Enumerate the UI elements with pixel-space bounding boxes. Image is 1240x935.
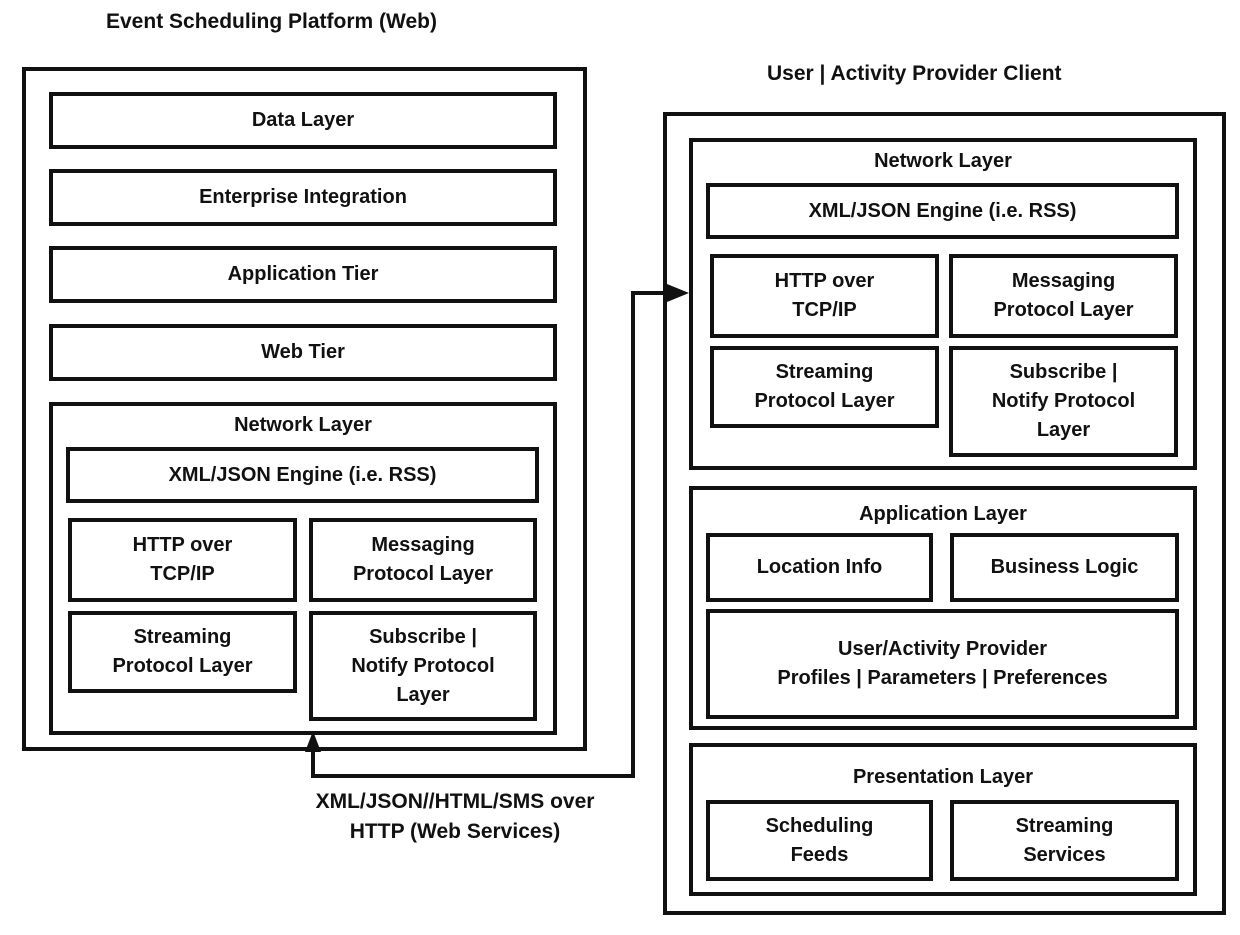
enterprise-integration-box: Enterprise Integration <box>49 169 557 226</box>
platform-streaming-protocol: Streaming Protocol Layer <box>68 611 297 693</box>
client-streaming-protocol: Streaming Protocol Layer <box>710 346 939 428</box>
client-network-layer-label: Network Layer <box>874 150 1012 172</box>
client-presentation-layer-label: Presentation Layer <box>852 766 1034 788</box>
client-title: User | Activity Provider Client <box>767 62 1062 85</box>
application-tier-box: Application Tier <box>49 246 557 303</box>
client-subscribe-notify-protocol: Subscribe | Notify Protocol Layer <box>949 346 1178 457</box>
platform-http-over-tcpip: HTTP over TCP/IP <box>68 518 297 602</box>
platform-xml-json-engine: XML/JSON Engine (i.e. RSS) <box>66 447 539 503</box>
client-messaging-protocol: Messaging Protocol Layer <box>949 254 1178 338</box>
platform-title: Event Scheduling Platform (Web) <box>106 10 437 33</box>
scheduling-feeds-box: Scheduling Feeds <box>706 800 933 881</box>
web-tier-box: Web Tier <box>49 324 557 381</box>
connection-label: XML/JSON//HTML/SMS over HTTP (Web Servic… <box>315 790 595 843</box>
business-logic-box: Business Logic <box>950 533 1179 602</box>
client-application-layer-label: Application Layer <box>859 503 1027 525</box>
profiles-parameters-preferences-box: User/Activity Provider Profiles | Parame… <box>706 609 1179 719</box>
location-info-box: Location Info <box>706 533 933 602</box>
client-http-over-tcpip: HTTP over TCP/IP <box>710 254 939 338</box>
platform-messaging-protocol: Messaging Protocol Layer <box>309 518 537 602</box>
streaming-services-box: Streaming Services <box>950 800 1179 881</box>
platform-subscribe-notify-protocol: Subscribe | Notify Protocol Layer <box>309 611 537 721</box>
client-xml-json-engine: XML/JSON Engine (i.e. RSS) <box>706 183 1179 239</box>
platform-network-layer-label: Network Layer <box>234 414 372 436</box>
data-layer-box: Data Layer <box>49 92 557 149</box>
